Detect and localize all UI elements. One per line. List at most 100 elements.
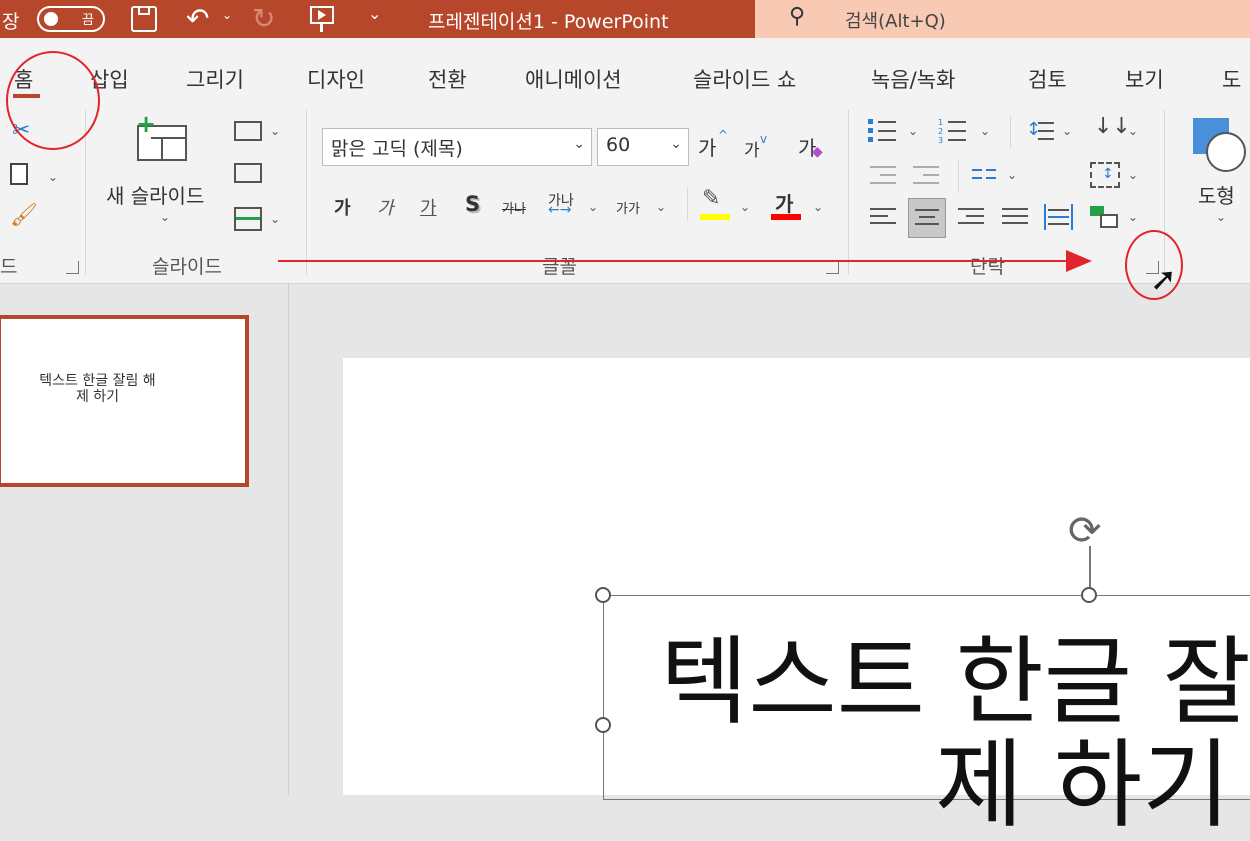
grow-arrow-icon: ^ (718, 128, 729, 142)
font-color-button[interactable]: 가 (775, 188, 793, 217)
shrink-font-button[interactable]: 가 (744, 136, 760, 161)
shadow-button[interactable]: S (465, 192, 480, 216)
divider (687, 188, 688, 220)
ribbon-tabs: 홈 삽입 그리기 디자인 전환 애니메이션 슬라이드 쇼 녹음/녹화 검토 보기… (0, 38, 1250, 108)
slide-thumbnail[interactable]: 텍스트 한글 잘림 해 제 하기 (0, 315, 249, 487)
toggle-knob (44, 12, 58, 26)
line-spacing-dropdown-icon[interactable]: ⌄ (1062, 124, 1072, 138)
paragraph-group-label: 단락 (970, 256, 1005, 278)
copy-icon[interactable] (10, 163, 28, 185)
mouse-cursor-icon: ➚ (1150, 260, 1177, 298)
tab-more[interactable]: 도 (1222, 64, 1241, 94)
align-center-button[interactable] (908, 198, 946, 238)
section-dropdown-icon[interactable]: ⌄ (270, 212, 280, 226)
align-text-icon[interactable]: ↕ (1090, 162, 1120, 188)
highlight-dropdown-icon[interactable]: ⌄ (740, 200, 750, 214)
annotation-arrow-line (278, 260, 1068, 262)
autosave-toggle[interactable]: 끔 (37, 6, 105, 32)
font-group-label: 글꼴 (542, 256, 577, 278)
save-icon[interactable] (131, 6, 157, 32)
resize-handle-top-center[interactable] (1081, 587, 1097, 603)
resize-handle-top-left[interactable] (595, 587, 611, 603)
align-right-icon[interactable] (958, 206, 986, 228)
columns-icon[interactable] (972, 166, 998, 184)
align-left-icon[interactable] (870, 206, 898, 228)
shapes-circle-icon (1206, 132, 1246, 172)
slides-group-label: 슬라이드 (152, 256, 222, 278)
justify-icon[interactable] (1002, 206, 1030, 228)
smartart-icon[interactable] (1090, 206, 1120, 230)
numbering-icon[interactable]: 123 (938, 118, 968, 145)
slide-title-line-1[interactable]: 텍스트 한글 잘 (660, 632, 1250, 732)
reset-icon[interactable] (234, 163, 262, 183)
copy-dropdown-icon[interactable]: ⌄ (48, 170, 58, 184)
tab-draw[interactable]: 그리기 (186, 64, 244, 94)
chevron-down-icon: ⌄ (670, 136, 682, 152)
tab-record[interactable]: 녹음/녹화 (871, 64, 955, 94)
underline-button[interactable]: 가 (420, 194, 437, 220)
title-bar: 장 끔 ↶ ⌄ ↻ ⌄ 프레젠테이션1 - PowerPoint ⚲ 검색(Al… (0, 0, 1250, 38)
tab-slideshow[interactable]: 슬라이드 쇼 (693, 64, 796, 94)
strikethrough-button[interactable]: 가나 (502, 198, 526, 217)
annotation-circle-home (6, 51, 100, 150)
decrease-indent-icon (870, 164, 898, 186)
shapes-button[interactable]: 도형 (1198, 180, 1235, 209)
format-painter-icon[interactable]: 🖌 (10, 203, 38, 228)
resize-handle-middle-left[interactable] (595, 717, 611, 733)
smartart-dropdown-icon[interactable]: ⌄ (1128, 210, 1138, 224)
panel-divider (288, 283, 289, 795)
group-separator (848, 110, 849, 275)
ribbon: ✂ ⌄ 🖌 드 + 새 슬라이드 ⌄ ⌄ ⌄ 슬라이드 맑은 고딕 (제목) ⌄… (0, 100, 1250, 284)
search-input[interactable]: 검색(Alt+Q) (845, 7, 946, 33)
tab-animations[interactable]: 애니메이션 (525, 64, 622, 94)
change-case-button[interactable]: 가가 (616, 198, 640, 217)
search-box[interactable]: ⚲ 검색(Alt+Q) (755, 0, 1250, 38)
text-direction-dropdown-icon[interactable]: ⌄ (1128, 124, 1138, 138)
chevron-down-icon: ⌄ (573, 136, 585, 152)
highlighter-icon[interactable]: ✎ (702, 186, 720, 211)
layout-dropdown-icon[interactable]: ⌄ (270, 124, 280, 138)
grow-font-button[interactable]: 가 (698, 132, 716, 161)
undo-dropdown-icon[interactable]: ⌄ (222, 8, 232, 22)
spacing-dropdown-icon[interactable]: ⌄ (588, 200, 598, 214)
font-size-select[interactable]: 60 ⌄ (597, 128, 689, 166)
layout-icon[interactable] (234, 121, 262, 141)
customize-qat-icon[interactable]: ⌄ (368, 4, 381, 23)
redo-icon: ↻ (252, 2, 276, 35)
rotate-handle-icon[interactable]: ⟳ (1068, 509, 1102, 553)
font-launcher-icon[interactable] (826, 261, 839, 274)
bullets-dropdown-icon[interactable]: ⌄ (908, 124, 918, 138)
columns-dropdown-icon[interactable]: ⌄ (1007, 168, 1017, 182)
thumbnail-line-2: 제 하기 (75, 389, 120, 405)
new-slide-label[interactable]: 새 슬라이드 (106, 180, 204, 209)
bullets-icon[interactable] (868, 118, 898, 144)
font-color-swatch (771, 214, 801, 220)
tab-transitions[interactable]: 전환 (428, 64, 467, 94)
slide-title-line-2[interactable]: 제 하기 (935, 735, 1230, 835)
tab-review[interactable]: 검토 (1028, 64, 1067, 94)
align-text-dropdown-icon[interactable]: ⌄ (1128, 168, 1138, 182)
highlight-color-swatch (700, 214, 730, 220)
tab-view[interactable]: 보기 (1125, 64, 1164, 94)
divider (958, 160, 959, 192)
font-name-select[interactable]: 맑은 고딕 (제목) ⌄ (322, 128, 592, 166)
distributed-icon[interactable] (1044, 204, 1074, 230)
present-icon[interactable] (310, 6, 334, 24)
increase-indent-icon (913, 164, 941, 186)
text-direction-icon[interactable]: ↓↓ (1094, 114, 1131, 139)
tab-design[interactable]: 디자인 (307, 64, 365, 94)
font-name-value: 맑은 고딕 (제목) (331, 138, 463, 160)
section-icon[interactable] (234, 207, 262, 231)
spacing-arrows-icon: ←→ (548, 202, 572, 218)
clipboard-launcher-icon[interactable] (66, 261, 79, 274)
new-slide-dropdown-icon[interactable]: ⌄ (160, 210, 170, 224)
case-dropdown-icon[interactable]: ⌄ (656, 200, 666, 214)
line-spacing-icon[interactable]: ↕ (1024, 118, 1056, 144)
numbering-dropdown-icon[interactable]: ⌄ (980, 124, 990, 138)
toggle-state: 끔 (82, 13, 94, 28)
undo-icon[interactable]: ↶ (186, 2, 209, 35)
italic-button[interactable]: 가 (377, 194, 394, 220)
bold-button[interactable]: 가 (334, 194, 351, 220)
font-color-dropdown-icon[interactable]: ⌄ (813, 200, 823, 214)
shapes-dropdown-icon[interactable]: ⌄ (1216, 210, 1226, 224)
